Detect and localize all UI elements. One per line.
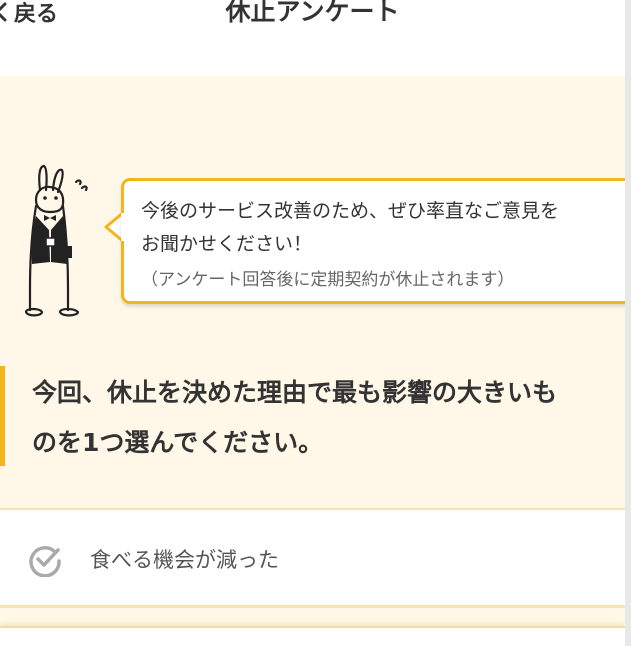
question-line-1: 今回、休止を決めた理由で最も影響の大きいも bbox=[32, 378, 558, 407]
question-heading: 今回、休止を決めた理由で最も影響の大きいも のを1つ選んでください。 bbox=[32, 368, 631, 468]
page-title: 休止アンケート bbox=[225, 0, 400, 26]
page: 休止アンケート 戻る 今後のサービス改善のため、ぜひ率直なご意見を お聞かせくだ… bbox=[0, 0, 631, 646]
question-accent-bar bbox=[0, 366, 5, 466]
option-item[interactable]: 食べる機会が減った bbox=[0, 508, 625, 608]
bubble-note: （アンケート回答後に定期契約が休止されます） bbox=[141, 270, 515, 290]
chevron-left-icon bbox=[0, 2, 7, 22]
bubble-line-2: お聞かせください！ bbox=[141, 233, 313, 255]
bubble-message: 今後のサービス改善のため、ぜひ率直なご意見を お聞かせください！ bbox=[141, 195, 559, 261]
bubble-line-1: 今後のサービス改善のため、ぜひ率直なご意見を bbox=[141, 200, 560, 222]
rabbit-mascot-illustration bbox=[24, 164, 88, 317]
question-line-2: のを1つ選んでください。 bbox=[32, 428, 324, 457]
check-circle-icon bbox=[29, 546, 61, 577]
scrollbar-track[interactable] bbox=[625, 0, 631, 646]
back-label: 戻る bbox=[14, 2, 59, 27]
bubble-tail-joint bbox=[121, 213, 125, 241]
header: 休止アンケート 戻る bbox=[0, 0, 625, 76]
back-button[interactable]: 戻る bbox=[0, 0, 58, 32]
speech-bubble: 今後のサービス改善のため、ぜひ率直なご意見を お聞かせください！ （アンケート回… bbox=[121, 178, 631, 304]
option-label: 食べる機会が減った bbox=[90, 548, 279, 572]
option-item-next[interactable] bbox=[0, 626, 625, 646]
